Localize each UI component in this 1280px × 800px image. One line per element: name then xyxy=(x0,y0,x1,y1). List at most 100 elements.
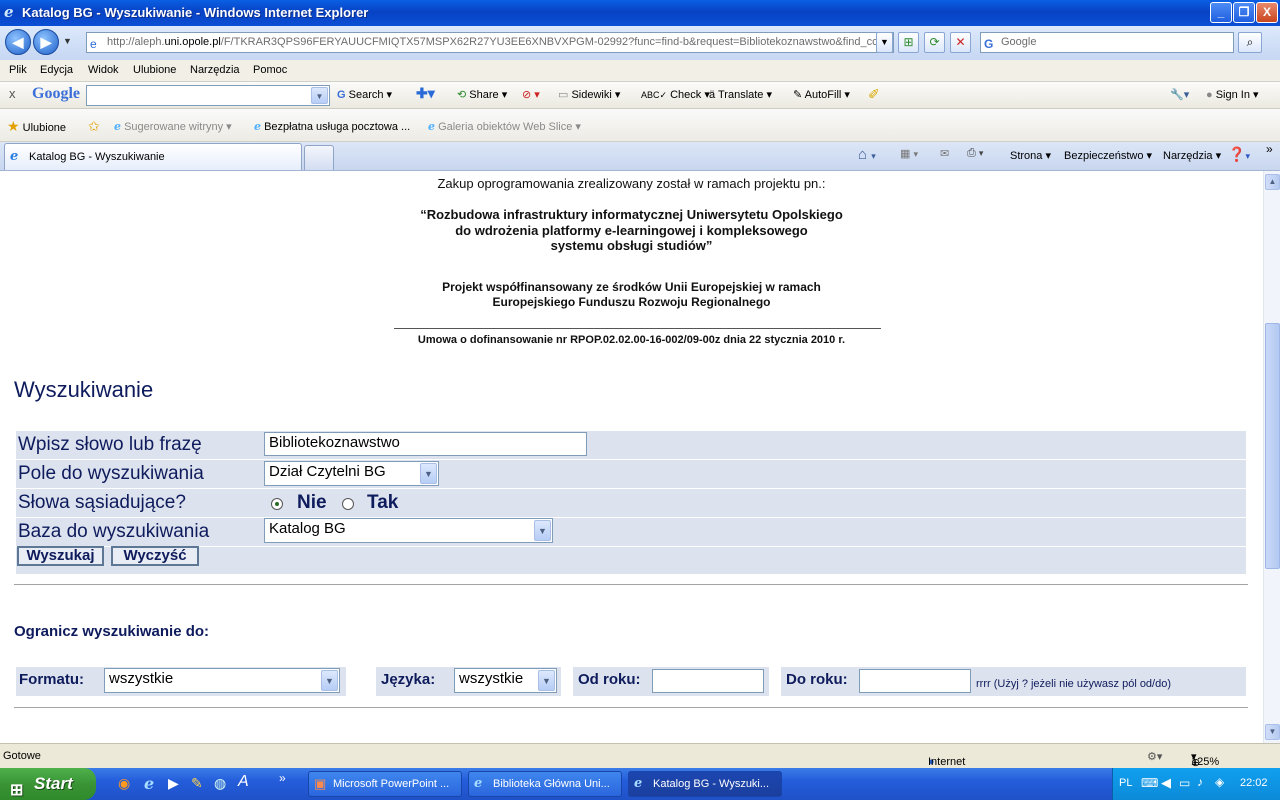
translate-icon: ä xyxy=(709,89,716,101)
star-icon: ★ xyxy=(7,118,20,134)
vertical-scrollbar[interactable]: ▲ ▼ xyxy=(1263,171,1280,743)
ie-quicklaunch-icon[interactable]: e xyxy=(144,774,154,793)
sidewiki-icon: ▭ xyxy=(558,89,569,101)
stop-button[interactable]: ✕ xyxy=(950,32,971,53)
banner-quote3: systemu obsługi studiów” xyxy=(550,238,713,253)
maximize-button[interactable]: ❐ xyxy=(1233,2,1255,23)
field-select[interactable]: Dział Czytelni BG ▼ xyxy=(264,461,439,486)
from-year-label: Od roku: xyxy=(578,671,641,688)
from-year-input[interactable] xyxy=(652,669,764,693)
close-window-button[interactable]: X xyxy=(1256,2,1278,23)
adjacent-yes-label: Tak xyxy=(367,492,399,513)
add-favorite-icon[interactable]: ✩ xyxy=(88,118,100,135)
firefox-icon[interactable]: ◉ xyxy=(118,775,130,792)
banner-divider xyxy=(394,328,881,329)
to-year-input[interactable] xyxy=(859,669,971,693)
favorites-button[interactable]: ★ Ulubione xyxy=(7,118,66,135)
add-button[interactable]: ✚▾ xyxy=(416,85,435,102)
page-menu-button[interactable]: Strona ▾ xyxy=(1010,149,1051,162)
menu-help[interactable]: Pomoc xyxy=(253,64,287,76)
safety-menu-button[interactable]: Bezpieczeństwo ▾ xyxy=(1064,149,1152,162)
field-row: Pole do wyszukiwania xyxy=(16,460,1246,488)
word-input[interactable]: Bibliotekoznawstwo xyxy=(264,432,587,456)
base-select[interactable]: Katalog BG ▼ xyxy=(264,518,553,543)
task-powerpoint[interactable]: ▣ Microsoft PowerPoint ... xyxy=(308,771,462,797)
feeds-icon[interactable]: ▦ ▾ xyxy=(900,147,918,160)
tools-menu-button[interactable]: Narzędzia ▾ xyxy=(1163,149,1221,162)
chevron-down-icon[interactable]: ▼ xyxy=(311,87,328,104)
search-go-button[interactable]: ⌕ xyxy=(1238,32,1262,53)
tray-expand-icon[interactable]: ◀ xyxy=(1161,775,1171,791)
translate-button[interactable]: ä Translate ▾ xyxy=(709,88,772,101)
network-icon[interactable]: ▭ xyxy=(1179,776,1190,790)
menu-edit[interactable]: Edycja xyxy=(40,64,73,76)
spellcheck-button[interactable]: ABC✓ Check ▾ xyxy=(641,88,710,101)
banner-quote2: do wdrożenia platformy e-learningowej i … xyxy=(455,223,808,238)
web-slice-gallery-link[interactable]: e Galeria obiektów Web Slice ▾ xyxy=(428,120,581,133)
scroll-down-button[interactable]: ▼ xyxy=(1265,724,1280,740)
antivirus-icon[interactable]: ◈ xyxy=(1215,775,1224,789)
new-tab-button[interactable] xyxy=(304,145,334,170)
task-biblioteka[interactable]: e Biblioteka Główna Uni... xyxy=(468,771,622,797)
adjacent-yes-radio[interactable] xyxy=(342,498,354,510)
more-commands-icon[interactable]: » xyxy=(1266,142,1273,156)
history-dropdown-icon[interactable]: ▼ xyxy=(63,36,72,46)
app-icon[interactable]: ✎ xyxy=(191,775,203,792)
app-icon[interactable]: ◍ xyxy=(214,775,226,792)
compatibility-view-button[interactable]: ⊞ xyxy=(898,32,919,53)
highlight-icon[interactable]: ✐ xyxy=(868,86,880,103)
section-divider xyxy=(14,584,1248,585)
help-icon[interactable]: ❓▾ xyxy=(1228,146,1250,163)
protected-mode-icon[interactable]: ⚙▾ xyxy=(1147,750,1162,763)
keyboard-icon[interactable]: ⌨ xyxy=(1141,776,1158,790)
ie-icon: e xyxy=(474,776,483,791)
tab-katalog[interactable]: e Katalog BG - Wyszukiwanie xyxy=(4,143,302,170)
url-field[interactable]: e http://aleph.uni.opole.pl/F/TKRAR3QPS96… xyxy=(86,32,894,53)
print-icon[interactable]: ⎙ ▾ xyxy=(967,147,983,160)
settings-wrench-icon[interactable]: 🔧▾ xyxy=(1170,88,1189,101)
forward-button[interactable]: ▶ xyxy=(33,29,59,55)
popup-blocker-button[interactable]: ⊘ ▾ xyxy=(522,88,540,101)
chevron-down-icon: ▼ xyxy=(538,670,555,691)
language-select[interactable]: wszystkie ▼ xyxy=(454,668,557,693)
menu-file[interactable]: Plik xyxy=(9,64,27,76)
format-select[interactable]: wszystkie ▼ xyxy=(104,668,340,693)
start-button[interactable]: ⊞ Start xyxy=(0,768,96,800)
url-dropdown-button[interactable]: ▼ xyxy=(876,32,893,53)
language-indicator[interactable]: PL xyxy=(1119,777,1132,789)
menu-tools[interactable]: Narzędzia xyxy=(190,64,240,76)
media-player-icon[interactable]: ▶ xyxy=(168,775,179,792)
taskbar: ⊞ Start ◉ e ▶ ✎ ◍ A » ▣ Microsoft PowerPoi… xyxy=(0,768,1280,800)
suggested-sites-link[interactable]: e Sugerowane witryny ▾ xyxy=(114,120,232,133)
sidewiki-button[interactable]: ▭ Sidewiki ▾ xyxy=(558,88,620,101)
adjacent-no-radio[interactable] xyxy=(271,498,283,510)
task-katalog[interactable]: e Katalog BG - Wyszuki... xyxy=(628,771,782,797)
refresh-button[interactable]: ⟳ xyxy=(924,32,945,53)
mail-icon[interactable]: ✉ xyxy=(940,147,949,160)
sign-in-button[interactable]: ● Sign In ▾ xyxy=(1206,88,1259,101)
font-app-icon[interactable]: A xyxy=(238,773,249,791)
zoom-button[interactable]: ⊕ 125% ▾ xyxy=(1191,750,1219,769)
clear-button[interactable]: Wyczyść xyxy=(111,546,199,566)
share-button[interactable]: ⟲ Share ▾ xyxy=(457,88,507,101)
free-mail-link[interactable]: e Bezpłatna usługa pocztowa ... xyxy=(254,120,410,133)
scroll-up-button[interactable]: ▲ xyxy=(1265,174,1280,190)
minimize-button[interactable]: _ xyxy=(1210,2,1232,23)
toolbar-close-icon[interactable]: x xyxy=(9,86,16,101)
google-search-button[interactable]: G Search ▾ xyxy=(337,88,392,101)
google-search-input[interactable]: ▼ xyxy=(86,85,330,106)
home-icon[interactable]: ⌂ ▾ xyxy=(858,146,876,163)
search-input[interactable]: G Google xyxy=(980,32,1234,53)
adjacent-row: Słowa sąsiadujące? xyxy=(16,489,1246,517)
menu-favorites[interactable]: Ulubione xyxy=(133,64,176,76)
chevron-down-icon: ▼ xyxy=(880,37,889,47)
menu-view[interactable]: Widok xyxy=(88,64,119,76)
back-button[interactable]: ◀ xyxy=(5,29,31,55)
quicklaunch-more-icon[interactable]: » xyxy=(279,771,286,785)
field-label: Pole do wyszukiwania xyxy=(18,463,204,484)
ie-icon: e xyxy=(10,149,19,164)
scroll-thumb[interactable] xyxy=(1265,323,1280,569)
search-submit-button[interactable]: Wyszukaj xyxy=(17,546,104,566)
volume-icon[interactable]: ♪ xyxy=(1197,775,1203,789)
autofill-button[interactable]: ✎ AutoFill ▾ xyxy=(793,88,850,101)
